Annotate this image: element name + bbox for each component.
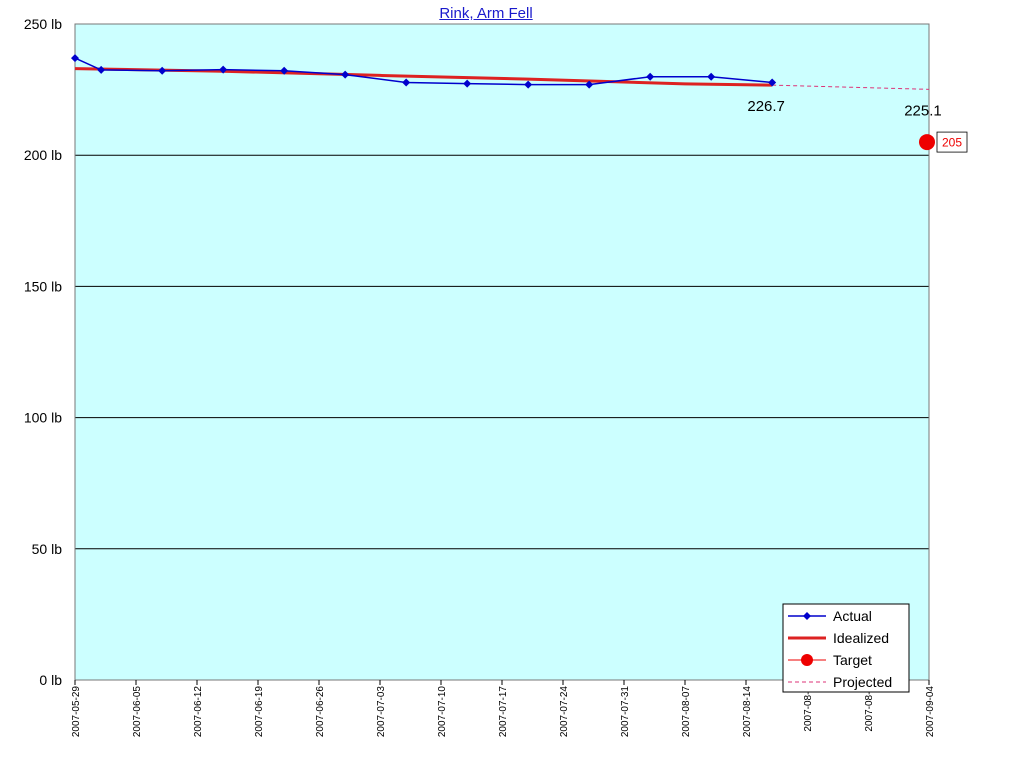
y-tick-label: 250 lb (24, 16, 62, 32)
x-tick-label: 2007-07-10 (437, 686, 448, 738)
x-tick-label: 2007-05-29 (71, 686, 82, 738)
x-tick-label: 2007-07-31 (620, 686, 631, 738)
legend-label: Projected (833, 674, 892, 690)
y-tick-label: 200 lb (24, 147, 62, 163)
y-tick-label: 0 lb (39, 672, 62, 688)
x-tick-label: 2007-08-07 (681, 686, 692, 738)
y-tick-label: 100 lb (24, 410, 62, 426)
legend-target-marker (801, 654, 813, 666)
x-tick-label: 2007-06-19 (254, 686, 265, 738)
x-tick-label: 2007-07-24 (559, 686, 570, 738)
y-tick-label: 150 lb (24, 278, 62, 294)
x-tick-label: 2007-09-04 (925, 686, 936, 738)
data-label: 226.7 (747, 98, 785, 115)
plot-background (75, 24, 929, 680)
x-tick-label: 2007-06-12 (193, 686, 204, 738)
legend-label: Actual (833, 608, 872, 624)
legend-label: Idealized (833, 630, 889, 646)
target-label: 205 (942, 136, 962, 150)
x-tick-label: 2007-06-26 (315, 686, 326, 738)
x-tick-label: 2007-08-14 (742, 686, 753, 738)
data-label: 225.1 (904, 102, 942, 119)
weight-chart: 0 lb 50 lb 100 lb 150 lb 200 lb 250 lb 2007-05… (24, 16, 968, 738)
y-tick-label: 50 lb (32, 541, 63, 557)
legend-label: Target (833, 652, 872, 668)
x-tick-label: 2007-07-03 (376, 686, 387, 738)
x-tick-label: 2007-07-17 (498, 686, 509, 738)
target-point[interactable] (919, 134, 935, 151)
x-tick-label: 2007-06-05 (132, 686, 143, 738)
